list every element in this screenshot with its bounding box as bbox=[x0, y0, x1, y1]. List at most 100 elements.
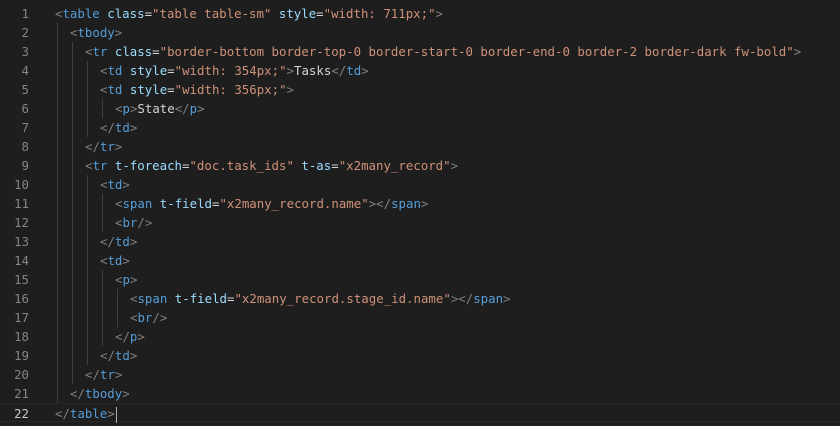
indent-guide bbox=[87, 270, 88, 289]
line-number: 18 bbox=[14, 329, 29, 344]
code-line[interactable]: 7 </td> bbox=[0, 118, 840, 137]
line-number: 20 bbox=[14, 367, 29, 382]
code-line[interactable]: 12 <br/> bbox=[0, 213, 840, 232]
indent-guide bbox=[102, 194, 103, 213]
code-token: > bbox=[129, 272, 138, 287]
code-token: tbody bbox=[84, 386, 123, 401]
code-token: td bbox=[114, 234, 130, 249]
code-line[interactable]: 18 </p> bbox=[0, 327, 840, 346]
code-line[interactable]: 17 <br/> bbox=[0, 308, 840, 327]
code-token: td bbox=[107, 253, 123, 268]
indent-guide bbox=[57, 175, 58, 194]
code-token: > bbox=[420, 196, 429, 211]
code-line[interactable]: 19 </td> bbox=[0, 346, 840, 365]
code-text: <p> bbox=[115, 270, 137, 289]
indent-guide bbox=[72, 251, 73, 270]
code-line[interactable]: 4 <td style="width: 354px;">Tasks</td> bbox=[0, 61, 840, 80]
indent-guide bbox=[57, 118, 58, 137]
code-token: td bbox=[107, 82, 123, 97]
line-number: 7 bbox=[21, 120, 29, 135]
code-token: > bbox=[793, 44, 802, 59]
code-token: tr bbox=[99, 139, 115, 154]
code-token: = bbox=[331, 158, 339, 173]
code-token: class bbox=[107, 6, 145, 21]
code-token: td bbox=[107, 177, 123, 192]
indent-guide bbox=[72, 213, 73, 232]
code-token: td bbox=[346, 63, 362, 78]
code-token: td bbox=[114, 120, 130, 135]
line-number: 3 bbox=[21, 44, 29, 59]
code-token: br bbox=[137, 310, 153, 325]
indent-guide bbox=[117, 289, 118, 308]
code-token: p bbox=[122, 101, 130, 116]
code-token: > bbox=[450, 158, 459, 173]
code-line[interactable]: 9 <tr t-foreach="doc.task_ids" t-as="x2ma… bbox=[0, 156, 840, 175]
code-text: </table> bbox=[55, 404, 117, 423]
code-line[interactable]: 2 <tbody> bbox=[0, 23, 840, 42]
code-text: </td> bbox=[100, 346, 137, 365]
code-token: </ bbox=[115, 329, 130, 344]
code-text: </tr> bbox=[85, 365, 122, 384]
code-line[interactable]: 16 <span t-field="x2many_record.stage_id.… bbox=[0, 289, 840, 308]
code-line[interactable]: 21 </tbody> bbox=[0, 384, 840, 403]
code-line[interactable]: 13 </td> bbox=[0, 232, 840, 251]
indent-guide bbox=[72, 346, 73, 365]
indent-guide bbox=[87, 194, 88, 213]
indent-guide bbox=[87, 346, 88, 365]
code-token: t-field bbox=[159, 196, 212, 211]
indent-guide bbox=[57, 42, 58, 61]
code-token: </ bbox=[85, 367, 100, 382]
code-line[interactable]: 5 <td style="width: 356px;"> bbox=[0, 80, 840, 99]
code-text: </td> bbox=[100, 232, 137, 251]
line-number: 2 bbox=[21, 25, 29, 40]
code-line[interactable]: 3 <tr class="border-bottom border-top-0 b… bbox=[0, 42, 840, 61]
code-token: = bbox=[167, 82, 175, 97]
line-number: 12 bbox=[14, 215, 29, 230]
indent-guide bbox=[57, 365, 58, 384]
code-token: table bbox=[62, 6, 100, 21]
indent-guide bbox=[87, 308, 88, 327]
indent-guide bbox=[57, 213, 58, 232]
indent-guide bbox=[57, 232, 58, 251]
code-line[interactable]: 11 <span t-field="x2many_record.name"></s… bbox=[0, 194, 840, 213]
code-token: > bbox=[503, 291, 511, 306]
code-token: = bbox=[152, 44, 160, 59]
code-line[interactable]: 22 </table> bbox=[0, 403, 840, 423]
code-token: br bbox=[122, 215, 138, 230]
code-line[interactable]: 10 <td> bbox=[0, 175, 840, 194]
code-token: State bbox=[137, 101, 175, 116]
code-token: </ bbox=[331, 63, 347, 78]
code-text: <td style="width: 356px;"> bbox=[100, 80, 294, 99]
code-line[interactable]: 20 </tr> bbox=[0, 365, 840, 384]
code-text: <td> bbox=[100, 251, 130, 270]
code-line[interactable]: 1 <table class="table table-sm" style="wi… bbox=[0, 4, 840, 23]
code-token: t-field bbox=[174, 291, 227, 306]
indent-guide bbox=[72, 327, 73, 346]
code-token: td bbox=[114, 348, 130, 363]
code-token: style bbox=[129, 63, 168, 78]
indent-guide bbox=[72, 99, 73, 118]
code-token: tr bbox=[92, 44, 108, 59]
code-editor[interactable]: 1 <table class="table table-sm" style="wi… bbox=[0, 0, 840, 426]
indent-guide bbox=[102, 99, 103, 118]
code-line[interactable]: 8 </tr> bbox=[0, 137, 840, 156]
indent-guide bbox=[87, 327, 88, 346]
code-token: > bbox=[122, 386, 130, 401]
code-token: > bbox=[286, 63, 295, 78]
code-token: tr bbox=[92, 158, 108, 173]
code-token: td bbox=[107, 63, 123, 78]
code-token: p bbox=[189, 101, 198, 116]
indent-guide bbox=[72, 270, 73, 289]
line-number: 10 bbox=[14, 177, 29, 192]
indent-guide bbox=[87, 232, 88, 251]
indent-guide bbox=[87, 61, 88, 80]
code-line[interactable]: 14 <td> bbox=[0, 251, 840, 270]
code-line[interactable]: 6 <p>State</p> bbox=[0, 99, 840, 118]
code-token: t-as bbox=[301, 158, 332, 173]
code-token: > bbox=[129, 234, 138, 249]
code-token: > bbox=[197, 101, 205, 116]
code-line[interactable]: 15 <p> bbox=[0, 270, 840, 289]
